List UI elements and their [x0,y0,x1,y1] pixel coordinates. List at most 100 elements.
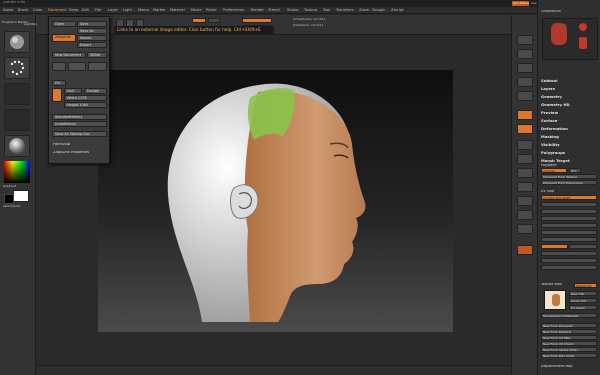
material-tile[interactable] [4,135,30,157]
colorize-button[interactable]: Colorize [541,168,567,173]
border-color-button[interactable] [68,62,86,71]
uv-map-size-slider[interactable]: UV Map Size 2048 [541,195,597,200]
menu-zoom[interactable]: Zoom [359,8,369,12]
uv-tile-row[interactable] [541,209,597,214]
polypaint-section[interactable]: Polypaint [541,164,557,167]
gradient-label[interactable]: Gradient [3,185,16,188]
zoom-button[interactable] [517,77,533,87]
texture-tile[interactable] [4,109,30,131]
menu-picker[interactable]: Picker [206,8,217,12]
width-slider[interactable]: Width 1178 [64,95,107,101]
stroke-tile[interactable] [4,57,30,79]
menu-texture[interactable]: Texture [304,8,317,12]
head-thumbnail-icon[interactable] [551,23,567,45]
new-from-polypaint-button[interactable]: New From Polypaint [541,323,597,328]
color-picker[interactable] [4,161,30,183]
tray-item-subtool[interactable]: Subtool [541,78,558,83]
pro-button[interactable]: Pro [52,80,66,86]
frame-button[interactable] [517,154,533,164]
tray-item-preview[interactable]: Preview [541,110,558,115]
menu-file[interactable]: File [95,8,101,12]
rotate-view-button[interactable] [517,196,533,206]
zapplink-properties-label[interactable]: ZAppLink Properties [53,151,89,155]
texture-thumbnail[interactable] [544,290,566,310]
texture-on-button[interactable]: Texture On [574,283,597,288]
menu-alpha[interactable]: Alpha [3,8,13,12]
clone-texture-button[interactable]: Clone Txtr [569,298,597,303]
export-button[interactable]: Export [77,42,107,48]
polypaint-from-polygroups-button[interactable]: Polypaint From Polygroups [541,180,597,185]
tray-item-polygroups[interactable]: Polygroups [541,150,565,155]
menu-stencil[interactable]: Stencil [268,8,280,12]
focal-shift-slider[interactable] [242,18,272,23]
menu-draw[interactable]: Draw [69,8,78,12]
document-canvas[interactable] [98,70,453,332]
polypaint-from-texture-button[interactable]: Polypaint From Texture [541,174,597,179]
zapplink-button[interactable]: ZAppLink [52,34,76,42]
scale-view-button[interactable] [517,182,533,192]
alpha-tile[interactable] [4,83,30,105]
scroll-button[interactable] [517,63,533,73]
uv-tiling-row[interactable] [541,251,597,256]
menu-material[interactable]: Material [170,8,185,12]
new-from-masking-button[interactable]: New From Masking [541,329,597,334]
tray-item-deformation[interactable]: Deformation [541,126,568,131]
new-document-button[interactable]: New Document [52,52,86,58]
tray-item-surface[interactable]: Surface [541,118,557,123]
menu-zplugin[interactable]: Zplugin [372,8,386,12]
back-color-button[interactable] [52,62,66,71]
wsize-button[interactable]: WSize [87,52,107,58]
new-from-uv-check-button[interactable]: New From UV Check [541,341,597,346]
save-as-startup-doc-button[interactable]: Save As Startup Doc [52,131,107,137]
uv-checker-button[interactable] [541,244,568,249]
uv-repeat-row[interactable] [541,258,597,263]
menu-color[interactable]: Color [33,8,42,12]
secondary-color-swatch[interactable] [4,194,14,204]
uv-options-row[interactable] [541,216,597,221]
local-button[interactable] [517,140,533,150]
new-texture-button[interactable]: New Txtr [569,291,597,296]
fix-seam-button[interactable]: Fix Seam [569,305,597,310]
crop-button[interactable] [52,88,62,102]
menu-render[interactable]: Render [251,8,264,12]
subtool-thumbnails[interactable] [542,18,598,60]
solo-button[interactable] [517,245,533,255]
lightbox-button[interactable]: LightBox [24,23,37,26]
actual-button[interactable] [517,91,533,101]
polyf-button[interactable] [517,210,533,220]
uv-more-row[interactable] [541,223,597,228]
transparent-antialiased-button[interactable]: Transparent Antialiased [541,313,597,318]
mrgb-button[interactable] [208,18,220,23]
open-button[interactable]: Open [52,21,76,27]
sphere-thumbnail-icon[interactable] [579,23,587,31]
transp-button[interactable] [517,224,533,234]
menu-stroke[interactable]: Stroke [287,8,298,12]
tray-item-morph-target[interactable]: Morph Target [541,158,570,163]
uv-map-border-slider[interactable] [541,202,597,207]
menu-zscript[interactable]: Zscript [391,8,403,12]
menu-tool[interactable]: Tool [323,8,330,12]
rgb-button[interactable] [192,18,206,23]
menu-macro[interactable]: Macro [138,8,149,12]
displacement-map-section[interactable]: Displacement Map [541,365,573,368]
floor-button[interactable] [517,124,533,134]
uv-map-section[interactable]: UV Map [541,190,554,193]
spix-button[interactable] [517,49,533,59]
undo-history-button[interactable]: UndoHistory [52,121,107,127]
tray-item-masking[interactable]: Masking [541,134,559,139]
range-button[interactable] [88,62,107,71]
menu-brush[interactable]: Brush [18,8,28,12]
menu-light[interactable]: Light [123,8,132,12]
bpr-button[interactable] [517,35,533,45]
persp-button[interactable] [517,110,533,120]
height-slider[interactable]: Height 1060 [64,102,107,108]
grd-button[interactable]: Grd [569,168,581,173]
menu-marker[interactable]: Marker [153,8,165,12]
import-button[interactable]: Import [77,35,107,41]
save-button[interactable]: Save [77,21,107,27]
polymesh-thumbnail-icon[interactable] [579,37,587,49]
new-from-uv-map-button[interactable]: New From UV Map [541,335,597,340]
menu-document[interactable]: Document [48,8,67,12]
new-from-vertex-order-button[interactable]: New From Vertex Order [541,347,597,352]
tray-item-geometry-hd[interactable]: Geometry HD [541,102,570,107]
